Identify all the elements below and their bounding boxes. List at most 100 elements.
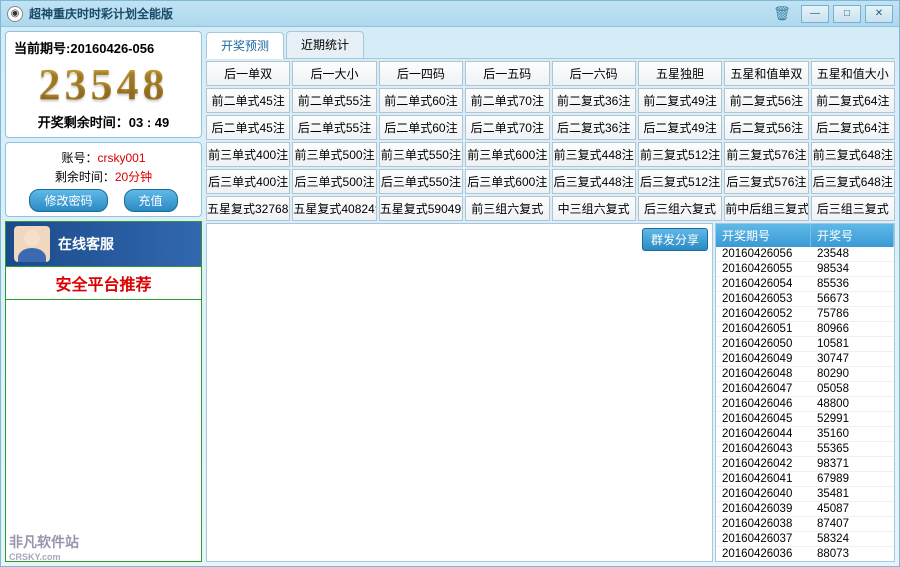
bet-option-button[interactable]: 五星复式32768注 bbox=[206, 196, 290, 221]
bet-option-button[interactable]: 前二单式55注 bbox=[292, 88, 376, 113]
promo-panel: 在线客服 安全平台推荐 bbox=[5, 221, 202, 562]
remain-line: 剩余时间：20分钟 bbox=[10, 168, 197, 185]
history-row: 2016042605180966 bbox=[716, 322, 894, 337]
bet-option-button[interactable]: 后二复式56注 bbox=[724, 115, 808, 140]
bet-option-button[interactable]: 五星复式40824注 bbox=[292, 196, 376, 221]
history-period: 20160426044 bbox=[716, 427, 811, 441]
history-number: 80966 bbox=[811, 322, 894, 336]
bet-option-button[interactable]: 前三复式448注 bbox=[552, 142, 636, 167]
bet-option-button[interactable]: 后二单式70注 bbox=[465, 115, 549, 140]
history-period: 20160426054 bbox=[716, 277, 811, 291]
history-period: 20160426046 bbox=[716, 397, 811, 411]
bet-option-button[interactable]: 前二复式64注 bbox=[811, 88, 895, 113]
history-period: 20160426050 bbox=[716, 337, 811, 351]
content: 当前期号:20160426-056 23548 开奖剩余时间：03 : 49 账… bbox=[1, 27, 899, 566]
history-period: 20160426056 bbox=[716, 247, 811, 261]
bet-option-button[interactable]: 中三组六复式 bbox=[552, 196, 636, 221]
bet-option-button[interactable]: 前三单式500注 bbox=[292, 142, 376, 167]
bet-option-button[interactable]: 前中后组三复式 bbox=[724, 196, 808, 221]
history-number: 85536 bbox=[811, 277, 894, 291]
history-number: 52991 bbox=[811, 412, 894, 426]
bet-option-button[interactable]: 后二复式64注 bbox=[811, 115, 895, 140]
watermark: 非凡软件站 CRSKY.com bbox=[9, 532, 79, 562]
history-number: 48800 bbox=[811, 397, 894, 411]
history-period: 20160426049 bbox=[716, 352, 811, 366]
modify-password-button[interactable]: 修改密码 bbox=[29, 189, 107, 212]
bet-option-button[interactable]: 后三复式448注 bbox=[552, 169, 636, 194]
app-icon: ◉ bbox=[7, 6, 23, 22]
bet-option-button[interactable]: 前三单式400注 bbox=[206, 142, 290, 167]
bet-option-button[interactable]: 前三单式600注 bbox=[465, 142, 549, 167]
bet-option-button[interactable]: 后二复式49注 bbox=[638, 115, 722, 140]
bet-option-button[interactable]: 后三单式600注 bbox=[465, 169, 549, 194]
history-period: 20160426042 bbox=[716, 457, 811, 471]
history-row: 2016042605485536 bbox=[716, 277, 894, 292]
bet-option-button[interactable]: 后一四码 bbox=[379, 61, 463, 86]
bet-option-button[interactable]: 五星和值大小 bbox=[811, 61, 895, 86]
bet-option-button[interactable]: 前三复式648注 bbox=[811, 142, 895, 167]
bet-option-button[interactable]: 后三单式400注 bbox=[206, 169, 290, 194]
bet-option-button[interactable]: 前二单式45注 bbox=[206, 88, 290, 113]
grid-row: 五星复式32768注五星复式40824注五星复式59049注前三组六复式中三组六… bbox=[206, 196, 895, 221]
bet-option-button[interactable]: 五星和值单双 bbox=[724, 61, 808, 86]
history-period: 20160426039 bbox=[716, 502, 811, 516]
tab-stats[interactable]: 近期统计 bbox=[286, 31, 364, 58]
bet-option-button[interactable]: 后三组三复式 bbox=[811, 196, 895, 221]
maximize-button[interactable]: □ bbox=[833, 5, 861, 23]
bet-option-button[interactable]: 前二单式70注 bbox=[465, 88, 549, 113]
bet-option-button[interactable]: 后三复式576注 bbox=[724, 169, 808, 194]
app-title: 超神重庆时时彩计划全能版 bbox=[29, 5, 773, 22]
online-service-label: 在线客服 bbox=[58, 234, 114, 254]
bet-option-button[interactable]: 前二复式36注 bbox=[552, 88, 636, 113]
recharge-button[interactable]: 充值 bbox=[124, 189, 178, 212]
bet-option-button[interactable]: 前二复式49注 bbox=[638, 88, 722, 113]
bet-option-button[interactable]: 前三组六复式 bbox=[465, 196, 549, 221]
bet-option-button[interactable]: 后三复式648注 bbox=[811, 169, 895, 194]
account-panel: 账号：crsky001 剩余时间：20分钟 修改密码 充值 bbox=[5, 142, 202, 217]
bet-option-button[interactable]: 五星独胆 bbox=[638, 61, 722, 86]
history-number: 80290 bbox=[811, 367, 894, 381]
bet-option-button[interactable]: 后三单式500注 bbox=[292, 169, 376, 194]
history-row: 2016042603688073 bbox=[716, 547, 894, 561]
history-number: 45087 bbox=[811, 502, 894, 516]
close-button[interactable]: ✕ bbox=[865, 5, 893, 23]
bet-option-button[interactable]: 后二复式36注 bbox=[552, 115, 636, 140]
bet-option-button[interactable]: 后二单式45注 bbox=[206, 115, 290, 140]
history-number: 98534 bbox=[811, 262, 894, 276]
history-row: 2016042604648800 bbox=[716, 397, 894, 412]
bet-option-button[interactable]: 五星复式59049注 bbox=[379, 196, 463, 221]
history-period: 20160426051 bbox=[716, 322, 811, 336]
bet-option-button[interactable]: 后一五码 bbox=[465, 61, 549, 86]
bet-option-button[interactable]: 前二复式56注 bbox=[724, 88, 808, 113]
history-period: 20160426045 bbox=[716, 412, 811, 426]
promo-banner[interactable]: 在线客服 bbox=[6, 222, 201, 266]
bet-option-button[interactable]: 前三单式550注 bbox=[379, 142, 463, 167]
bet-option-button[interactable]: 前三复式576注 bbox=[724, 142, 808, 167]
bet-option-button[interactable]: 后三单式550注 bbox=[379, 169, 463, 194]
history-number: 23548 bbox=[811, 247, 894, 261]
bet-grid: 后一单双后一大小后一四码后一五码后一六码五星独胆五星和值单双五星和值大小前二单式… bbox=[206, 61, 895, 221]
share-button[interactable]: 群发分享 bbox=[642, 228, 708, 251]
bet-option-button[interactable]: 前二单式60注 bbox=[379, 88, 463, 113]
bet-option-button[interactable]: 前三复式512注 bbox=[638, 142, 722, 167]
bet-option-button[interactable]: 后二单式60注 bbox=[379, 115, 463, 140]
current-number: 23548 bbox=[10, 59, 197, 110]
history-number: 88073 bbox=[811, 547, 894, 561]
history-col-number: 开奖号 bbox=[811, 224, 894, 247]
history-body[interactable]: 2016042605623548201604260559853420160426… bbox=[716, 247, 894, 561]
bet-option-button[interactable]: 后二单式55注 bbox=[292, 115, 376, 140]
history-number: 30747 bbox=[811, 352, 894, 366]
account-line: 账号：crsky001 bbox=[10, 149, 197, 166]
titlebar: ◉ 超神重庆时时彩计划全能版 🗑 — □ ✕ bbox=[1, 1, 899, 27]
right-column: 开奖预测 近期统计 后一单双后一大小后一四码后一五码后一六码五星独胆五星和值单双… bbox=[206, 27, 899, 566]
bet-option-button[interactable]: 后一大小 bbox=[292, 61, 376, 86]
bet-option-button[interactable]: 后一单双 bbox=[206, 61, 290, 86]
bet-option-button[interactable]: 后三组六复式 bbox=[638, 196, 722, 221]
history-row: 2016042603887407 bbox=[716, 517, 894, 532]
bet-option-button[interactable]: 后三复式512注 bbox=[638, 169, 722, 194]
bet-option-button[interactable]: 后一六码 bbox=[552, 61, 636, 86]
history-number: 35160 bbox=[811, 427, 894, 441]
minimize-button[interactable]: — bbox=[801, 5, 829, 23]
tab-prediction[interactable]: 开奖预测 bbox=[206, 32, 284, 59]
recycle-icon[interactable]: 🗑 bbox=[773, 5, 791, 23]
